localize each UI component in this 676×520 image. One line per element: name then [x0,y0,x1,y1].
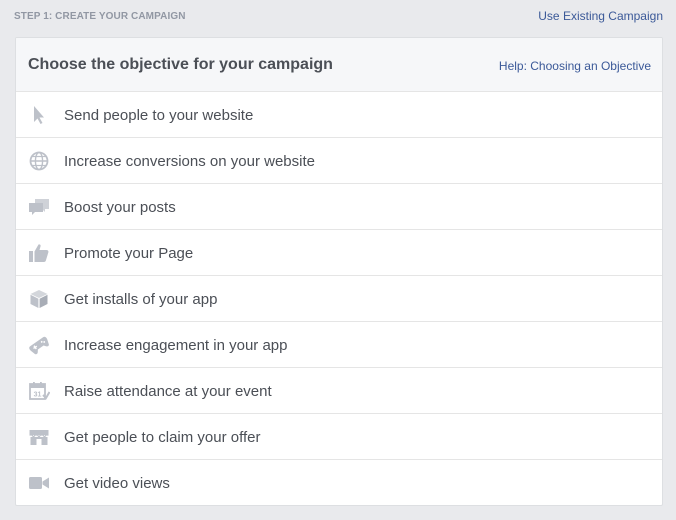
objective-label: Get installs of your app [64,291,218,308]
objective-label: Get people to claim your offer [64,429,261,446]
objective-boost-posts[interactable]: Boost your posts [16,184,662,230]
objective-app-installs[interactable]: Get installs of your app [16,276,662,322]
objective-label: Promote your Page [64,245,194,262]
speech-bubbles-icon [28,197,50,217]
objective-promote-page[interactable]: Promote your Page [16,230,662,276]
panel-title: Choose the objective for your campaign [28,56,333,73]
panel-header: Choose the objective for your campaign H… [16,38,662,92]
objective-label: Raise attendance at your event [64,383,272,400]
objective-app-engagement[interactable]: Increase engagement in your app [16,322,662,368]
thumbs-up-icon [28,243,50,263]
objective-list: Send people to your website Increase con… [16,92,662,505]
help-choosing-objective-link[interactable]: Help: Choosing an Objective [499,59,651,73]
objective-label: Send people to your website [64,107,254,124]
objective-claim-offer[interactable]: Get people to claim your offer [16,414,662,460]
cursor-icon [28,105,50,125]
top-bar: STEP 1: CREATE YOUR CAMPAIGN Use Existin… [0,0,676,34]
use-existing-campaign-link[interactable]: Use Existing Campaign [538,9,663,23]
step-label: STEP 1: CREATE YOUR CAMPAIGN [14,11,186,22]
svg-text:31: 31 [34,392,42,399]
objective-send-to-website[interactable]: Send people to your website [16,92,662,138]
objective-label: Get video views [64,475,170,492]
objective-label: Increase conversions on your website [64,153,315,170]
calendar-icon: 31 [28,381,50,401]
video-camera-icon [28,473,50,493]
box-icon [28,289,50,309]
globe-icon [28,151,50,171]
objective-label: Boost your posts [64,199,176,216]
gamepad-icon [28,335,50,355]
objective-label: Increase engagement in your app [64,337,288,354]
objective-video-views[interactable]: Get video views [16,460,662,505]
objective-event-attendance[interactable]: 31 Raise attendance at your event [16,368,662,414]
objective-increase-conversions[interactable]: Increase conversions on your website [16,138,662,184]
storefront-icon [28,427,50,447]
objective-panel: Choose the objective for your campaign H… [15,37,663,506]
